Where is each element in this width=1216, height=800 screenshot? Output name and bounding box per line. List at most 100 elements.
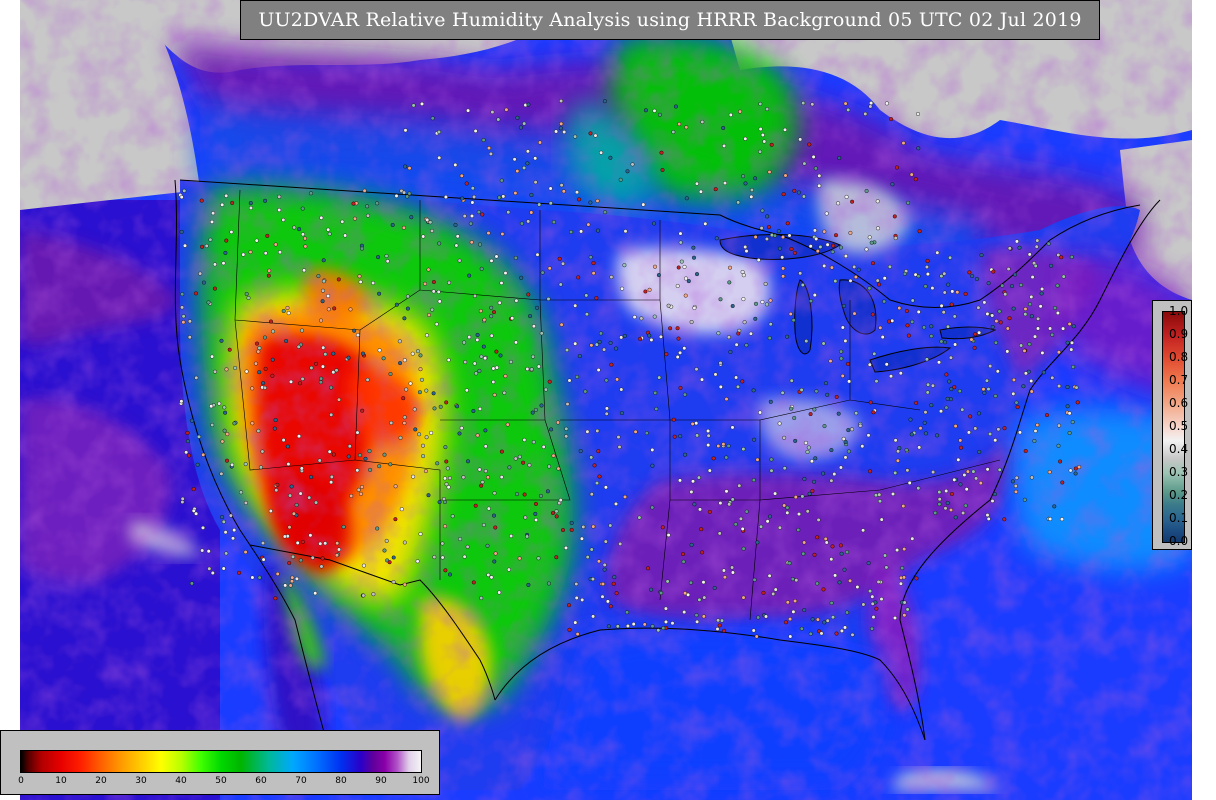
station-dot xyxy=(474,371,479,376)
station-dot xyxy=(878,325,883,330)
station-dot xyxy=(855,585,860,590)
station-dot xyxy=(870,594,875,599)
station-dot xyxy=(535,252,540,257)
station-dot xyxy=(833,279,838,284)
station-dot xyxy=(347,444,352,449)
station-dot xyxy=(477,368,482,373)
station-dot xyxy=(808,412,813,417)
station-dot xyxy=(800,283,805,288)
station-dot xyxy=(578,449,583,454)
station-dot xyxy=(898,581,903,586)
station-dot xyxy=(784,620,789,625)
station-dot xyxy=(706,433,711,438)
station-dot xyxy=(769,142,774,147)
station-dot xyxy=(257,370,262,375)
station-dot xyxy=(437,500,442,505)
station-dot xyxy=(691,245,696,250)
station-dot xyxy=(494,254,499,259)
station-dot xyxy=(204,243,209,248)
station-dot xyxy=(393,517,398,522)
station-dot xyxy=(824,540,829,545)
station-dot xyxy=(564,545,569,550)
station-dot xyxy=(828,359,833,364)
station-dot xyxy=(577,354,582,359)
station-dot xyxy=(381,356,386,361)
station-dot xyxy=(848,278,853,283)
station-dot xyxy=(663,606,668,611)
station-dot xyxy=(727,280,732,285)
station-dot xyxy=(506,210,511,215)
station-dot xyxy=(382,548,387,553)
station-dot xyxy=(309,365,314,370)
station-dot xyxy=(764,614,769,619)
station-dot xyxy=(943,340,948,345)
station-dot xyxy=(361,593,366,598)
station-dot xyxy=(327,231,332,236)
station-dot xyxy=(666,303,671,308)
station-dot xyxy=(371,281,376,286)
station-dot xyxy=(741,546,746,551)
station-dot xyxy=(800,494,805,499)
station-dot xyxy=(683,293,688,298)
station-dot xyxy=(1061,274,1066,279)
station-dot xyxy=(352,216,357,221)
station-dot xyxy=(666,533,671,538)
station-dot xyxy=(979,253,984,258)
station-dot xyxy=(752,577,757,582)
station-dot xyxy=(653,390,658,395)
station-dot xyxy=(879,517,884,522)
station-dot xyxy=(424,388,429,393)
station-dot xyxy=(1039,291,1044,296)
station-dot xyxy=(869,101,874,106)
station-dot xyxy=(266,273,271,278)
station-dot xyxy=(298,491,303,496)
station-dot xyxy=(224,238,229,243)
station-dot xyxy=(256,428,261,433)
station-dot xyxy=(599,150,604,155)
station-dot xyxy=(619,387,624,392)
station-dot xyxy=(431,289,436,294)
rh-tick-label: 60 xyxy=(255,776,267,786)
station-dot xyxy=(970,274,975,279)
station-dot xyxy=(230,200,235,205)
station-dot xyxy=(791,318,796,323)
station-dot xyxy=(686,279,691,284)
station-dot xyxy=(405,306,410,311)
station-dot xyxy=(1028,302,1033,307)
station-dot xyxy=(472,361,477,366)
station-dot xyxy=(944,405,949,410)
station-dot xyxy=(763,281,768,286)
station-dot xyxy=(660,167,665,172)
station-dot xyxy=(889,374,894,379)
station-dot xyxy=(868,589,873,594)
station-dot xyxy=(574,582,579,587)
station-dot xyxy=(375,526,380,531)
station-dot xyxy=(916,274,921,279)
station-dot xyxy=(965,469,970,474)
station-dot xyxy=(700,377,705,382)
station-dot xyxy=(402,415,407,420)
station-dot xyxy=(185,430,190,435)
station-dot xyxy=(250,386,255,391)
station-dot xyxy=(538,140,543,145)
station-dot xyxy=(531,354,536,359)
station-dot xyxy=(431,280,436,285)
station-dot xyxy=(864,247,869,252)
station-dot xyxy=(596,449,601,454)
station-dot xyxy=(717,623,722,628)
station-dot xyxy=(1048,517,1053,522)
station-dot xyxy=(1056,443,1061,448)
station-dot xyxy=(375,201,380,206)
station-dot xyxy=(436,289,441,294)
station-dot xyxy=(891,492,896,497)
station-dot xyxy=(623,229,628,234)
station-dot xyxy=(230,536,235,541)
station-dot xyxy=(791,609,796,614)
station-dot xyxy=(1019,283,1024,288)
station-dot xyxy=(526,582,531,587)
station-dot xyxy=(298,381,303,386)
station-dot xyxy=(963,291,968,296)
station-dot xyxy=(867,286,872,291)
station-dot xyxy=(588,200,593,205)
station-dot xyxy=(659,591,664,596)
